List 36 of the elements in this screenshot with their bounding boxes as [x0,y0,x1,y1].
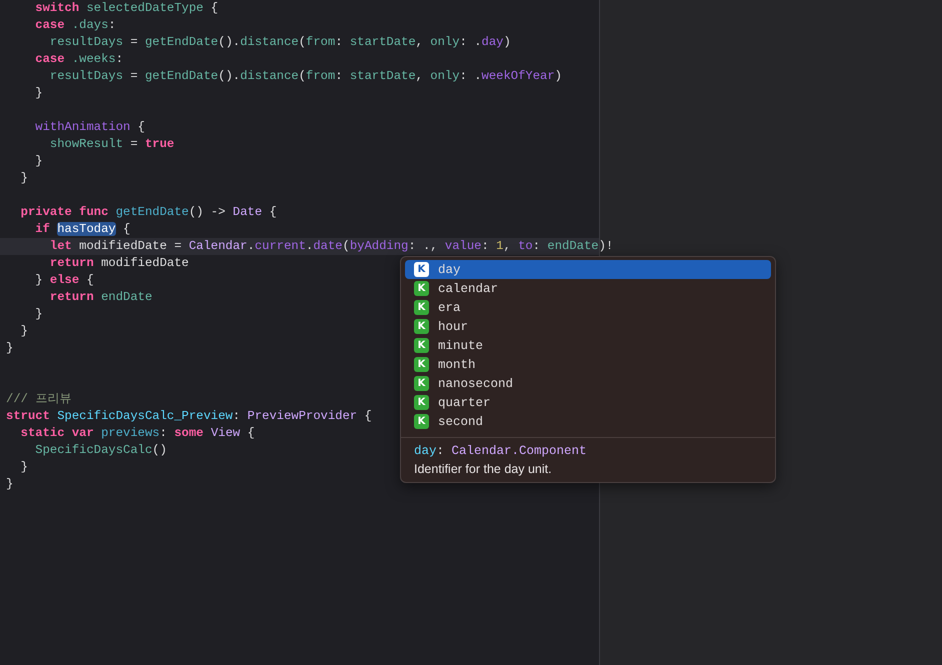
code-line: } [20,323,28,340]
code-line: case .days: [34,17,116,34]
completion-item[interactable]: K quarter [405,393,771,412]
code-line: SpecificDaysCalc() [34,442,167,459]
completion-item[interactable]: K month [405,355,771,374]
code-line: } [20,170,28,187]
code-line: if hasToday { [34,221,130,238]
code-line: case .weeks: [34,51,124,68]
completion-item[interactable]: K calendar [405,279,771,298]
code-line: } [34,306,43,323]
code-line: private func getEndDate() -> Date { [20,204,277,221]
code-line: return endDate [48,289,152,306]
code-line: let modifiedDate = Calendar.current.date(byAdding: ., value: 1, to: endDate)! [48,238,614,255]
code-line: resultDays = getEndDate().distance(from: startDate, only: .weekOfYear) [48,68,562,85]
symbol-description: Identifier for the day unit. [414,462,553,476]
completion-item[interactable]: K second [405,412,771,431]
code-line: withAnimation { [34,119,145,136]
completion-item[interactable]: K minute [405,336,771,355]
code-line: } [6,476,14,493]
code-line: } else { [34,272,94,289]
completion-item[interactable]: K day [405,260,771,279]
code-line: return modifiedDate [48,255,189,272]
completion-item[interactable]: K hour [405,317,771,336]
code-line: } [34,153,43,170]
code-line: switch selectedDateType { [34,0,218,17]
code-line: } [34,85,43,102]
code-line: /// 프리뷰 [6,391,72,408]
completion-item[interactable]: K nanosecond [405,374,771,393]
code-line: struct SpecificDaysCalc_Preview: PreviewProvider { [6,408,372,425]
code-line: } [6,340,14,357]
code-line: resultDays = getEndDate().distance(from: startDate, only: .day) [48,34,511,51]
code-line: } [20,459,28,476]
completion-item[interactable]: K era [405,298,771,317]
symbol-signature: day: Calendar.Component [414,444,588,458]
code-line: static var previews: some View { [20,425,255,442]
code-line: showResult = true [48,136,174,153]
